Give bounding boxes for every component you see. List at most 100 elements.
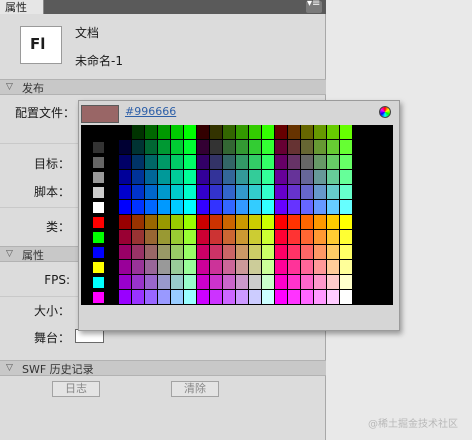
swatch-cell[interactable] [288,215,301,230]
swatch-cell[interactable] [171,140,184,155]
swatch-cell[interactable] [119,230,132,245]
swatch-cell[interactable] [262,170,275,185]
swatch-cell[interactable] [119,200,132,215]
swatch-cell[interactable] [210,170,223,185]
swatch-cell[interactable] [327,170,340,185]
swatch-cell[interactable] [119,275,132,290]
swatch-cell[interactable] [184,185,197,200]
swatch-cell[interactable] [288,260,301,275]
swatch-cell[interactable] [262,140,275,155]
swatch-cell[interactable] [249,170,262,185]
swatch-cell[interactable] [301,245,314,260]
swatch-cell[interactable] [158,230,171,245]
swatch-cell[interactable] [171,170,184,185]
swatch-cell[interactable] [145,275,158,290]
swatch-cell[interactable] [197,260,210,275]
swatch-cell[interactable] [210,260,223,275]
swatch-cell[interactable] [171,290,184,305]
swatch-cell[interactable] [184,260,197,275]
swatch-cell[interactable] [197,155,210,170]
swatch-cell[interactable] [93,172,105,184]
swatch-cell[interactable] [184,200,197,215]
swatch-cell[interactable] [145,200,158,215]
swatch-cell[interactable] [314,275,327,290]
swatch-cell[interactable] [171,275,184,290]
swatch-cell[interactable] [171,155,184,170]
swatch-cell[interactable] [262,155,275,170]
stage-color-swatch[interactable] [75,329,104,343]
swatch-cell[interactable] [145,230,158,245]
swatch-cell[interactable] [171,230,184,245]
swatch-cell[interactable] [262,260,275,275]
swatch-cell[interactable] [262,200,275,215]
swatch-cell[interactable] [223,200,236,215]
swatch-cell[interactable] [171,125,184,140]
swatch-cell[interactable] [301,140,314,155]
swatch-cell[interactable] [145,215,158,230]
swatch-cell[interactable] [340,290,353,305]
swatch-cell[interactable] [262,215,275,230]
tab-properties[interactable]: 属性 [0,0,44,14]
swatch-cell[interactable] [145,125,158,140]
swatch-cell[interactable] [301,185,314,200]
swatch-cell[interactable] [171,245,184,260]
swatch-cell[interactable] [197,185,210,200]
swatch-cell[interactable] [223,140,236,155]
swatch-cell[interactable] [158,125,171,140]
swatch-cell[interactable] [158,245,171,260]
swatch-cell[interactable] [197,215,210,230]
swatch-cell[interactable] [145,155,158,170]
swatch-cell[interactable] [262,125,275,140]
swatch-cell[interactable] [340,260,353,275]
swatch-cell[interactable] [132,185,145,200]
swatch-cell[interactable] [171,260,184,275]
swatch-cell[interactable] [158,170,171,185]
hex-color-input[interactable]: #996666 [125,105,176,118]
swatch-cell[interactable] [288,230,301,245]
swatch-cell[interactable] [119,185,132,200]
swatch-cell[interactable] [301,275,314,290]
swatch-cell[interactable] [145,245,158,260]
swatch-cell[interactable] [210,200,223,215]
swatch-cell[interactable] [327,290,340,305]
swatch-cell[interactable] [171,185,184,200]
swatch-cell[interactable] [327,260,340,275]
swatch-cell[interactable] [288,170,301,185]
swatch-cell[interactable] [223,290,236,305]
swatch-cell[interactable] [132,170,145,185]
swatch-cell[interactable] [340,215,353,230]
swatch-cell[interactable] [249,185,262,200]
swatch-cell[interactable] [197,230,210,245]
swatch-cell[interactable] [288,200,301,215]
swatch-cell[interactable] [249,275,262,290]
swatch-cell[interactable] [223,185,236,200]
swatch-cell[interactable] [288,185,301,200]
swatch-cell[interactable] [184,245,197,260]
swatch-cell[interactable] [93,142,105,154]
swatch-cell[interactable] [171,200,184,215]
swatch-cell[interactable] [275,125,288,140]
swatch-cell[interactable] [171,215,184,230]
swatch-cell[interactable] [275,230,288,245]
swatch-cell[interactable] [327,230,340,245]
swatch-cell[interactable] [327,125,340,140]
swatch-cell[interactable] [132,155,145,170]
swatch-cell[interactable] [184,155,197,170]
swatch-cell[interactable] [145,260,158,275]
swatch-cell[interactable] [314,140,327,155]
swatch-cell[interactable] [119,290,132,305]
swatch-cell[interactable] [132,290,145,305]
swatch-cell[interactable] [158,140,171,155]
swatch-cell[interactable] [236,290,249,305]
swatch-cell[interactable] [145,290,158,305]
swatch-cell[interactable] [288,290,301,305]
swatch-cell[interactable] [197,125,210,140]
swatch-cell[interactable] [132,215,145,230]
swatch-cell[interactable] [210,215,223,230]
swatch-cell[interactable] [301,230,314,245]
swatch-cell[interactable] [249,245,262,260]
section-swf-history[interactable]: ▽ SWF 历史记录 [0,360,326,376]
swatch-cell[interactable] [275,170,288,185]
swatch-cell[interactable] [249,260,262,275]
swatch-cell[interactable] [275,260,288,275]
